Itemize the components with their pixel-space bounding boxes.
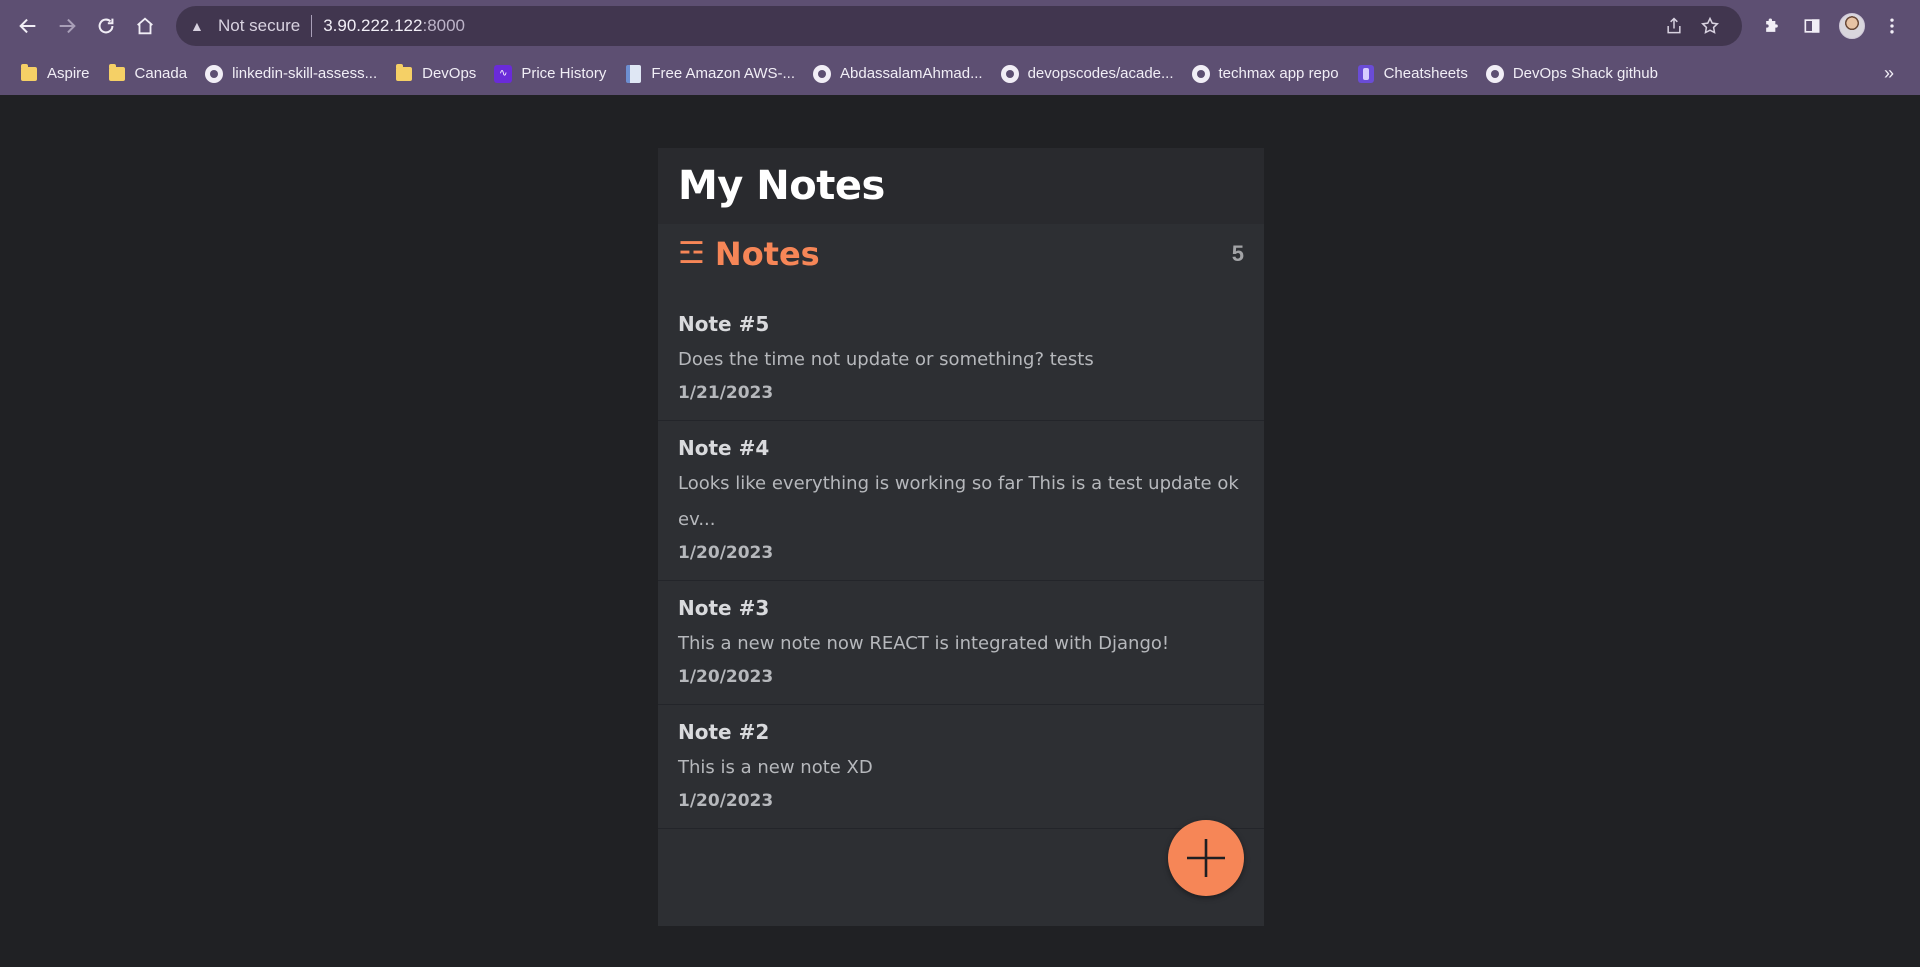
browser-right-tools — [1752, 6, 1912, 46]
note-title: Note #3 — [678, 596, 770, 620]
note-title: Note #2 — [678, 720, 770, 744]
note-item[interactable]: Note #3 This a new note now REACT is int… — [658, 581, 1264, 705]
reload-button[interactable] — [86, 6, 125, 46]
bookmarks-bar: Aspire Canada linkedin-skill-assess... D… — [0, 52, 1920, 95]
browser-toolbar: ▲ Not secure 3.90.222.122:8000 — [0, 0, 1920, 52]
add-note-button[interactable] — [1168, 820, 1244, 896]
share-button[interactable] — [1656, 8, 1692, 44]
bookmark-label: devopscodes/acade... — [1027, 65, 1174, 82]
note-date: 1/21/2023 — [678, 383, 774, 403]
bookmarks-overflow-button[interactable]: » — [1884, 63, 1908, 84]
github-icon — [1000, 64, 1019, 83]
omnibox-divider — [311, 15, 313, 37]
notes-title: Notes — [714, 235, 820, 273]
puzzle-icon — [1766, 18, 1778, 32]
bookmark-label: Cheatsheets — [1383, 65, 1468, 82]
bookmark-label: techmax app repo — [1218, 65, 1339, 82]
notes-app: My Notes ☲ Notes 5 Note #5 Does the time… — [658, 148, 1264, 926]
bookmark-label: AbdassalamAhmad... — [840, 65, 983, 82]
back-arrow-icon — [18, 18, 35, 34]
bookmark-label: Aspire — [47, 65, 90, 82]
bookmark-devops[interactable]: DevOps — [387, 58, 484, 90]
page-content: My Notes ☲ Notes 5 Note #5 Does the time… — [0, 95, 1920, 967]
bookmark-devopscodes[interactable]: devopscodes/acade... — [993, 58, 1182, 90]
github-icon — [205, 64, 224, 83]
bookmark-label: Price History — [521, 65, 607, 82]
app-header: My Notes — [658, 148, 1264, 224]
note-date: 1/20/2023 — [678, 667, 774, 687]
avatar — [1839, 13, 1865, 39]
kebab-menu-icon — [1890, 18, 1894, 34]
note-preview: This is a new note XD — [678, 757, 873, 778]
folder-icon — [20, 63, 38, 83]
note-date: 1/20/2023 — [678, 791, 774, 811]
github-icon — [1191, 64, 1210, 83]
notes-count: 5 — [1231, 241, 1244, 266]
home-button[interactable] — [125, 6, 164, 46]
forward-arrow-icon — [59, 18, 76, 34]
warning-icon: ▲ — [190, 18, 204, 34]
folder-icon — [395, 63, 413, 83]
bookmark-techmax[interactable]: techmax app repo — [1184, 58, 1347, 90]
note-preview: Looks like everything is working so far … — [678, 473, 1239, 530]
bookmark-abdassalam[interactable]: AbdassalamAhmad... — [805, 58, 991, 90]
url-port: :8000 — [422, 16, 466, 35]
forward-button[interactable] — [47, 6, 86, 46]
bookmark-aspire[interactable]: Aspire — [12, 58, 98, 90]
bookmark-linkedin-skill[interactable]: linkedin-skill-assess... — [197, 58, 385, 90]
github-icon — [1485, 64, 1504, 83]
cheatsheets-icon — [1357, 64, 1375, 83]
bookmark-price-history[interactable]: ∿ Price History — [486, 58, 614, 90]
bookmark-label: Canada — [134, 65, 188, 82]
note-item[interactable]: Note #2 This is a new note XD 1/20/2023 — [658, 705, 1264, 829]
extensions-button[interactable] — [1752, 6, 1792, 46]
document-icon — [624, 64, 642, 83]
home-icon — [136, 17, 153, 35]
url-host: 3.90.222.122 — [323, 16, 423, 35]
bookmark-star-button[interactable] — [1692, 8, 1728, 44]
note-item[interactable]: Note #5 Does the time not update or some… — [658, 297, 1264, 421]
bookmark-label: DevOps Shack github — [1512, 65, 1658, 82]
app-title: My Notes — [678, 163, 885, 209]
note-title: Note #4 — [678, 436, 770, 460]
note-preview: Does the time not update or something? t… — [678, 349, 1094, 370]
bookmark-label: Free Amazon AWS-... — [651, 65, 795, 82]
notes-header: ☲ Notes 5 — [658, 224, 1264, 284]
price-history-icon: ∿ — [494, 64, 513, 83]
back-button[interactable] — [8, 6, 47, 46]
list-icon: ☲ — [678, 237, 705, 270]
note-item[interactable]: Note #4 Looks like everything is working… — [658, 421, 1264, 581]
bookmark-label: DevOps — [422, 65, 477, 82]
browser-chrome: ▲ Not secure 3.90.222.122:8000 Aspire C… — [0, 0, 1920, 95]
bookmark-devops-shack[interactable]: DevOps Shack github — [1478, 58, 1666, 90]
side-panel-button[interactable] — [1792, 6, 1832, 46]
profile-button[interactable] — [1832, 6, 1872, 46]
notes-list: Note #5 Does the time not update or some… — [658, 297, 1264, 829]
plus-icon — [1187, 839, 1225, 877]
side-panel-icon — [1804, 19, 1820, 33]
folder-icon — [108, 63, 126, 83]
bookmark-cheatsheets[interactable]: Cheatsheets — [1349, 58, 1476, 90]
menu-button[interactable] — [1872, 6, 1912, 46]
note-date: 1/20/2023 — [678, 543, 774, 563]
bookmark-label: linkedin-skill-assess... — [232, 65, 378, 82]
star-icon — [1701, 16, 1719, 34]
reload-icon — [98, 18, 113, 34]
note-title: Note #5 — [678, 312, 770, 336]
security-label: Not secure — [218, 16, 301, 35]
bookmark-canada[interactable]: Canada — [100, 58, 196, 90]
github-icon — [813, 64, 831, 83]
address-bar[interactable]: ▲ Not secure 3.90.222.122:8000 — [176, 6, 1742, 46]
bookmark-free-amazon-aws[interactable]: Free Amazon AWS-... — [616, 58, 803, 90]
note-preview: This a new note now REACT is integrated … — [678, 633, 1170, 654]
share-icon — [1667, 17, 1681, 34]
